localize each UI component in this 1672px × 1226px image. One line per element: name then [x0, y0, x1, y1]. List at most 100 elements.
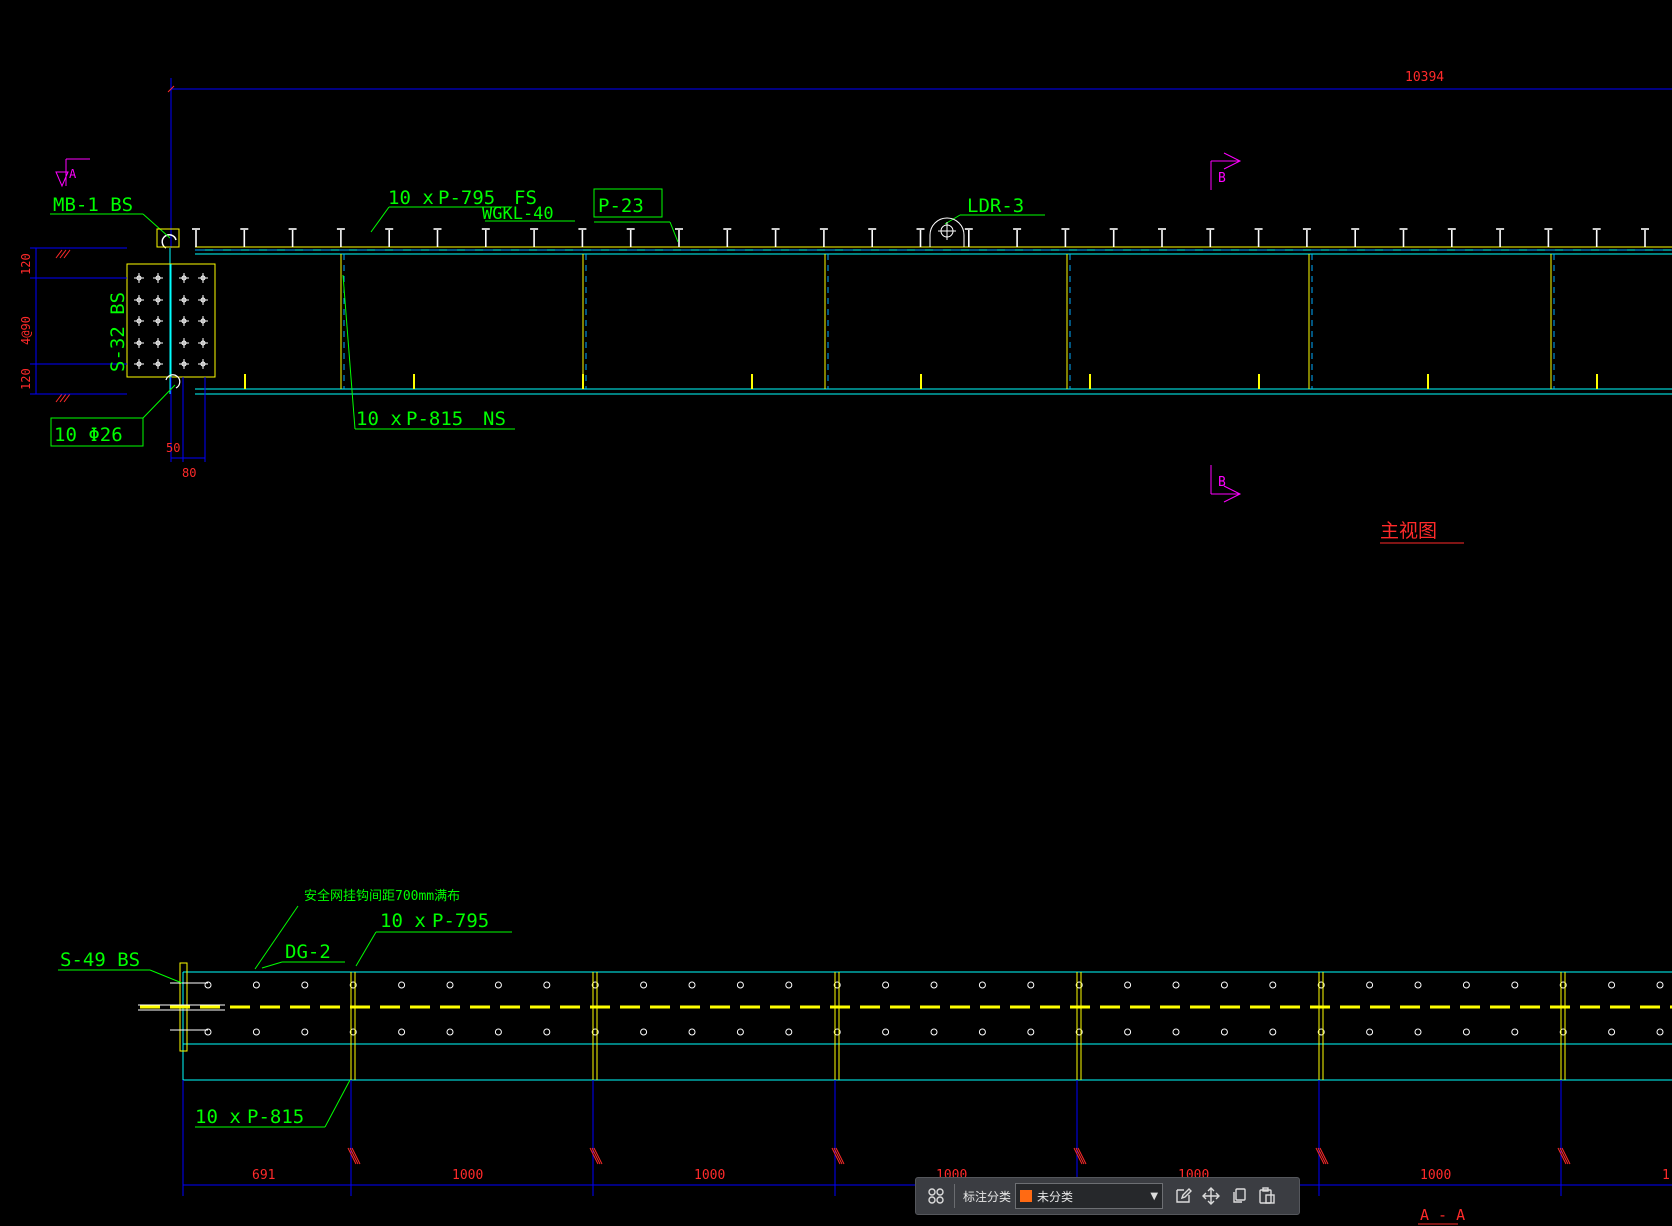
- callout-bolt-dia: 10 Φ26: [54, 424, 123, 446]
- cad-drawing-canvas[interactable]: 10394 120 4@90 120 50 80 MB-1 BS 10 x P-…: [0, 0, 1672, 1226]
- grid-icon[interactable]: [922, 1182, 950, 1210]
- overall-dimension: 10394: [1405, 70, 1444, 85]
- stud-circle: [1027, 981, 1035, 989]
- hatch-mark: [351, 1147, 361, 1165]
- paste-icon[interactable]: [1253, 1182, 1281, 1210]
- callout-p795-count: 10 x: [388, 187, 434, 209]
- view-title-main: 主视图: [1380, 520, 1437, 542]
- stud-circle: [398, 981, 406, 989]
- hatch-mark: [1315, 1147, 1325, 1165]
- stud-circle: [882, 1028, 890, 1036]
- callout-p23: P-23: [598, 195, 644, 217]
- hatch-mark: [1557, 1147, 1567, 1165]
- hatch-mark: [347, 1147, 357, 1165]
- stud-circle: [785, 1028, 793, 1036]
- stud-circle: [1414, 981, 1422, 989]
- stud-circle: [1656, 981, 1664, 989]
- hatch-mark: [1561, 1147, 1571, 1165]
- dim-label: 691: [252, 1168, 275, 1183]
- dim-label: 1000: [694, 1168, 725, 1183]
- dim-label: 1000: [1420, 1168, 1451, 1183]
- callout-bolt-spec: S-32 BS: [107, 292, 129, 372]
- stud-circle: [1608, 981, 1616, 989]
- category-select[interactable]: 未分类 ▼: [1015, 1183, 1164, 1209]
- section-mark-b-top: B: [1218, 171, 1226, 186]
- stud-circle: [688, 981, 696, 989]
- stud-circle: [252, 1028, 260, 1036]
- stud-circle: [1366, 1028, 1374, 1036]
- callout-s49: S-49 BS: [60, 949, 140, 971]
- stud-circle: [736, 981, 744, 989]
- stud-circle: [446, 981, 454, 989]
- stud-circle: [882, 981, 890, 989]
- hatch-mark: [1073, 1147, 1083, 1165]
- stud-circle: [1608, 1028, 1616, 1036]
- callout-dg2: DG-2: [285, 941, 331, 963]
- stud-circle: [1511, 1028, 1519, 1036]
- stud-circle: [785, 981, 793, 989]
- stud-circle: [543, 1028, 551, 1036]
- stud-circle: [446, 1028, 454, 1036]
- callout-p815: P-815: [406, 408, 463, 430]
- callout-ns: NS: [483, 408, 506, 430]
- dim-label-partial: 1: [1662, 1168, 1670, 1183]
- bottom-ticks: [244, 374, 1598, 389]
- dim-80: 80: [182, 466, 196, 480]
- move-icon[interactable]: [1197, 1182, 1225, 1210]
- stud-circle: [543, 981, 551, 989]
- stud-circle: [1220, 1028, 1228, 1036]
- stud-circle: [1220, 981, 1228, 989]
- left-dim-top: 120: [19, 253, 33, 275]
- stud-circle: [978, 981, 986, 989]
- category-value: 未分类: [1037, 1189, 1074, 1204]
- stud-circle: [1366, 981, 1374, 989]
- shear-studs: [192, 228, 1649, 247]
- callout-p815-count: 10 x: [195, 1106, 241, 1128]
- callout-p815: P-815: [247, 1106, 304, 1128]
- stud-circle: [1511, 981, 1519, 989]
- stud-circle: [1269, 1028, 1277, 1036]
- section-stiffeners: [350, 972, 1566, 1080]
- stud-circle: [1124, 981, 1132, 989]
- copy-icon[interactable]: [1225, 1182, 1253, 1210]
- stud-circle: [398, 1028, 406, 1036]
- hatch-mark: [1077, 1147, 1087, 1165]
- stiffeners: [340, 254, 1555, 389]
- dim-50: 50: [166, 441, 180, 455]
- hatch-mark: [835, 1147, 845, 1165]
- stud-circle: [1172, 1028, 1180, 1036]
- left-dim-bottom: 120: [19, 368, 33, 390]
- stud-circle: [494, 981, 502, 989]
- stud-circle: [301, 1028, 309, 1036]
- stud-circle: [1269, 981, 1277, 989]
- stud-circle: [1172, 981, 1180, 989]
- stud-circle: [736, 1028, 744, 1036]
- callout-p815-count: 10 x: [356, 408, 402, 430]
- stud-circle: [1462, 1028, 1470, 1036]
- stud-circle: [494, 1028, 502, 1036]
- hatch-mark: [589, 1147, 599, 1165]
- stud-circle: [252, 981, 260, 989]
- stud-circle: [1027, 1028, 1035, 1036]
- section-a-a: 691 1000 1000 1000 1000 1000 1 安全网挂钩间距70…: [58, 888, 1672, 1225]
- callout-p795-count: 10 x: [380, 910, 426, 932]
- stud-circle: [1656, 1028, 1664, 1036]
- callout-wgk: WGKL-40: [482, 204, 554, 224]
- dim-label: 1000: [452, 1168, 483, 1183]
- toolbar-divider: [954, 1184, 955, 1208]
- view-title-section: A - A: [1420, 1206, 1465, 1224]
- hatch-mark: [831, 1147, 841, 1165]
- category-label: 标注分类: [963, 1189, 1012, 1204]
- chevron-down-icon: ▼: [1150, 1190, 1159, 1202]
- callout-p795: P-795: [432, 910, 489, 932]
- edit-icon[interactable]: [1169, 1182, 1197, 1210]
- callout-ldr3: LDR-3: [967, 195, 1024, 217]
- stud-circle: [640, 1028, 648, 1036]
- note-safety-net: 安全网挂钩间距700mm满布: [304, 888, 460, 904]
- hatch-mark: [593, 1147, 603, 1165]
- callout-mb1: MB-1 BS: [53, 194, 133, 216]
- section-mark-b-bottom: B: [1218, 475, 1226, 490]
- stud-circle: [1124, 1028, 1132, 1036]
- hatch-mark: [1319, 1147, 1329, 1165]
- stud-circle: [301, 981, 309, 989]
